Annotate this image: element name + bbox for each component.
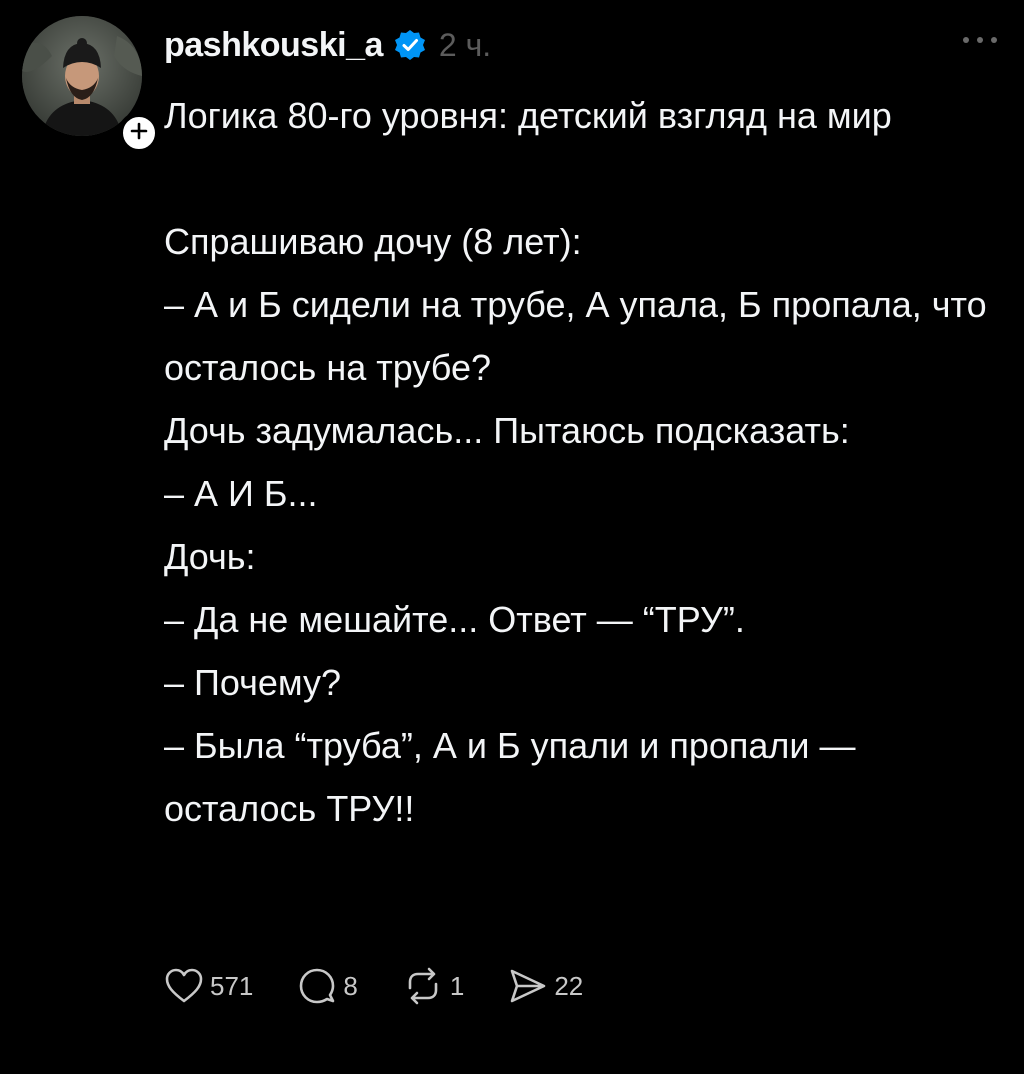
like-count: 571 xyxy=(210,970,254,1001)
post-header: pashkouski_a 2 ч. xyxy=(164,22,491,68)
share-count: 22 xyxy=(554,970,584,1001)
reply-button[interactable]: 8 xyxy=(297,966,358,1006)
reply-count: 8 xyxy=(343,970,358,1001)
heart-icon xyxy=(164,967,204,1005)
post-timestamp: 2 ч. xyxy=(438,26,492,63)
like-button[interactable]: 571 xyxy=(164,967,253,1005)
thread-post: pashkouski_a 2 ч. Логика 80-го уровня: д… xyxy=(0,0,1024,1074)
share-button[interactable]: 22 xyxy=(508,966,583,1006)
speech-bubble-icon xyxy=(297,966,337,1006)
repost-button[interactable]: 1 xyxy=(402,966,464,1006)
avatar-container[interactable] xyxy=(22,16,160,154)
more-options-button[interactable] xyxy=(958,30,1002,50)
verified-badge-icon xyxy=(393,28,427,62)
username-link[interactable]: pashkouski_a xyxy=(164,26,383,65)
post-text: Логика 80-го уровня: детский взгляд на м… xyxy=(164,95,987,829)
action-bar: 571 8 1 22 xyxy=(164,964,627,1008)
plus-icon xyxy=(129,121,149,146)
paper-plane-icon xyxy=(508,966,548,1006)
follow-button[interactable] xyxy=(118,112,160,154)
repost-arrows-icon xyxy=(402,966,444,1006)
ellipsis-icon xyxy=(958,37,1002,54)
repost-count: 1 xyxy=(449,970,465,1001)
